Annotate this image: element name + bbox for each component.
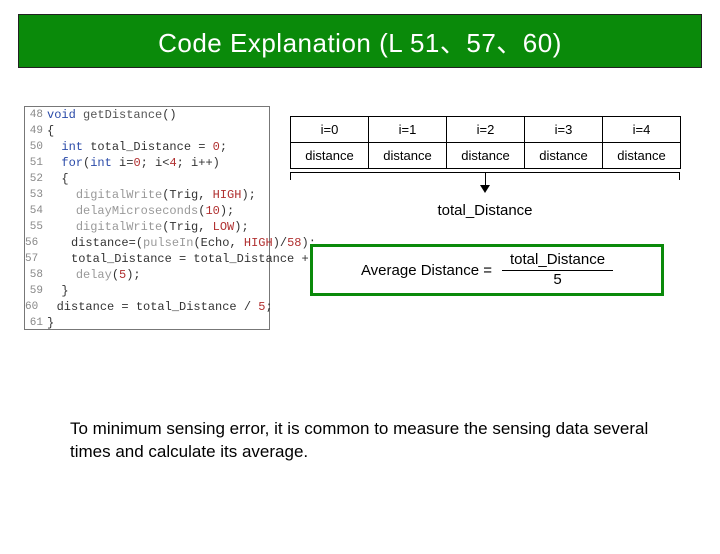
iter-cell: distance [603, 143, 681, 169]
code-line: 50 int total_Distance = 0; [25, 139, 269, 155]
code-line: 48void getDistance() [25, 107, 269, 123]
code-line: 57 total_Distance = total_Distance + dis… [25, 251, 269, 267]
iter-header-cell: i=3 [525, 117, 603, 143]
iter-cell: distance [525, 143, 603, 169]
code-line: 60 distance = total_Distance / 5; [25, 299, 269, 315]
code-line: 53 digitalWrite(Trig, HIGH); [25, 187, 269, 203]
iter-header-cell: i=4 [603, 117, 681, 143]
code-line: 52 { [25, 171, 269, 187]
explanation-text: To minimum sensing error, it is common t… [70, 418, 650, 464]
iter-header-cell: i=1 [369, 117, 447, 143]
iter-header-cell: i=0 [291, 117, 369, 143]
code-line: 51 for(int i=0; i<4; i++) [25, 155, 269, 171]
iter-header-cell: i=2 [447, 117, 525, 143]
code-line: 59 } [25, 283, 269, 299]
code-line: 61} [25, 315, 269, 331]
formula-box: Average Distance = total_Distance 5 [310, 244, 664, 296]
iter-cell: distance [291, 143, 369, 169]
code-line: 58 delay(5); [25, 267, 269, 283]
iter-cell: distance [369, 143, 447, 169]
iteration-table: i=0i=1i=2i=3i=4 distancedistancedistance… [290, 116, 681, 169]
iter-cell: distance [447, 143, 525, 169]
table-row: distancedistancedistancedistancedistance [291, 143, 681, 169]
code-snippet: 48void getDistance()49{50 int total_Dist… [24, 106, 270, 330]
formula-denominator: 5 [553, 271, 561, 289]
slide-title-bar: Code Explanation (L 51、57、60) [18, 14, 702, 68]
table-header-row: i=0i=1i=2i=3i=4 [291, 117, 681, 143]
code-line: 56 distance=(pulseIn(Echo, HIGH)/58); [25, 235, 269, 251]
code-line: 55 digitalWrite(Trig, LOW); [25, 219, 269, 235]
brace-label: total_Distance [290, 202, 680, 219]
formula-numerator: total_Distance [502, 252, 613, 271]
code-line: 54 delayMicroseconds(10); [25, 203, 269, 219]
code-line: 49{ [25, 123, 269, 139]
slide-title: Code Explanation (L 51、57、60) [158, 23, 562, 60]
formula-lhs: Average Distance = [361, 262, 492, 279]
formula-fraction: total_Distance 5 [502, 252, 613, 288]
